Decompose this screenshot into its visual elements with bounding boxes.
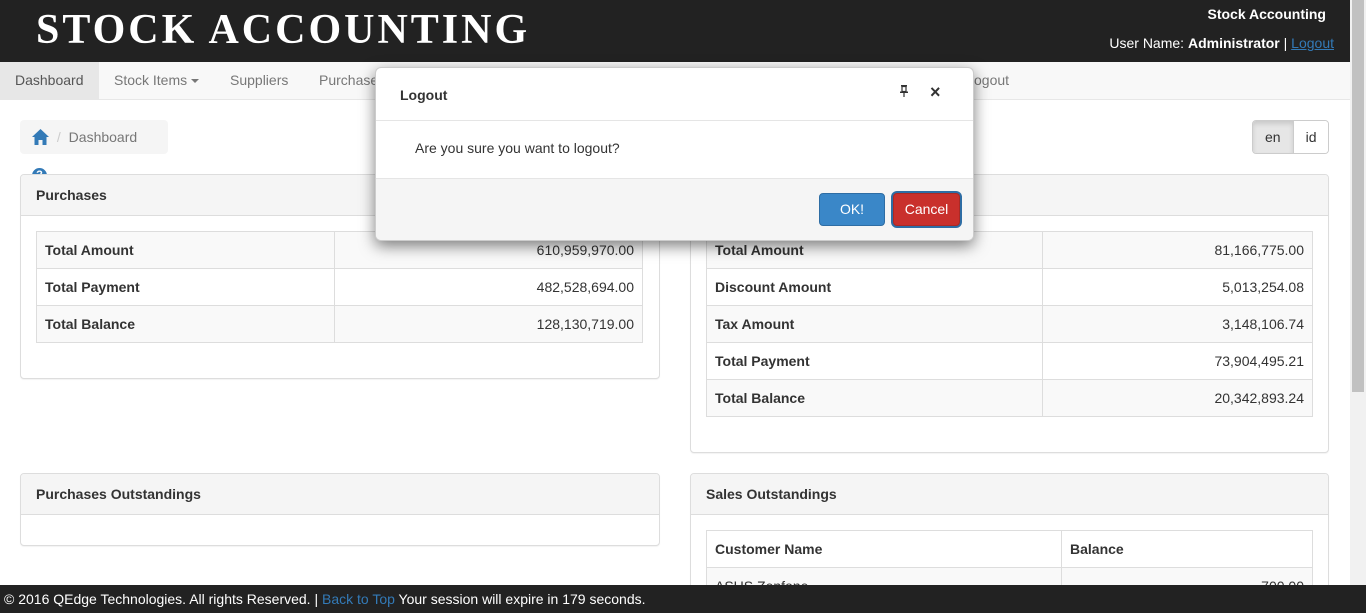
cancel-button[interactable]: Cancel xyxy=(893,193,960,226)
scrollbar-thumb[interactable] xyxy=(1352,0,1364,392)
nav-stock-items-label: Stock Items xyxy=(114,72,188,88)
row-value: 20,342,893.24 xyxy=(1042,379,1313,417)
nav-dashboard[interactable]: Dashboard xyxy=(0,62,99,99)
pin-icon[interactable] xyxy=(900,85,908,100)
page-scrollbar[interactable] xyxy=(1350,0,1366,585)
table-row: Discount Amount 5,013,254.08 xyxy=(706,268,1313,306)
nav-stock-items[interactable]: Stock Items xyxy=(99,62,214,99)
purchases-table: Total Amount 610,959,970.00 Total Paymen… xyxy=(36,231,643,343)
ok-button[interactable]: OK! xyxy=(819,193,885,226)
dialog-header: Logout × xyxy=(376,68,973,121)
row-label: Total Amount xyxy=(36,231,335,269)
app-name: Stock Accounting xyxy=(1207,6,1327,22)
breadcrumb: / Dashboard ? xyxy=(20,120,168,183)
col-balance: Balance xyxy=(1061,530,1313,568)
purchases-outstandings-title: Purchases Outstandings xyxy=(21,474,659,515)
row-label: Total Payment xyxy=(706,342,1043,380)
language-switch: en id xyxy=(1252,120,1330,154)
row-label: Total Balance xyxy=(706,379,1043,417)
header-logout-link[interactable]: Logout xyxy=(1291,35,1334,51)
table-header-row: Customer Name Balance xyxy=(706,530,1313,568)
row-value: 3,148,106.74 xyxy=(1042,305,1313,343)
row-value: 73,904,495.21 xyxy=(1042,342,1313,380)
sales-outstandings-title: Sales Outstandings xyxy=(691,474,1328,515)
table-row: Total Balance 128,130,719.00 xyxy=(36,305,643,343)
session-timer: Your session will expire in 179 seconds. xyxy=(398,591,646,607)
brand-title: STOCK ACCOUNTING xyxy=(36,7,531,53)
row-label: Total Payment xyxy=(36,268,335,306)
top-header: STOCK ACCOUNTING Stock Accounting User N… xyxy=(0,0,1350,62)
footer-copyright: © 2016 QEdge Technologies. All rights Re… xyxy=(4,591,319,607)
row-value: 5,013,254.08 xyxy=(1042,268,1313,306)
dialog-message: Are you sure you want to logout? xyxy=(415,140,620,156)
lang-id-button[interactable]: id xyxy=(1292,121,1329,153)
row-label: Tax Amount xyxy=(706,305,1043,343)
user-separator: | xyxy=(1283,35,1288,51)
row-value: 128,130,719.00 xyxy=(334,305,643,343)
chevron-down-icon xyxy=(191,79,200,84)
user-label: User Name: xyxy=(1109,35,1185,51)
row-value: 81,166,775.00 xyxy=(1042,231,1313,269)
nav-suppliers[interactable]: Suppliers xyxy=(215,62,303,99)
sales-table: Total Amount 81,166,775.00 Discount Amou… xyxy=(706,231,1313,417)
lang-en-button[interactable]: en xyxy=(1253,121,1293,153)
table-row: Total Payment 73,904,495.21 xyxy=(706,342,1313,380)
purchases-outstandings-panel: Purchases Outstandings xyxy=(20,473,660,546)
dialog-title: Logout xyxy=(400,87,448,103)
table-row: Total Balance 20,342,893.24 xyxy=(706,379,1313,417)
row-label: Discount Amount xyxy=(706,268,1043,306)
logout-dialog: Logout × Are you sure you want to logout… xyxy=(375,67,974,241)
user-name: Administrator xyxy=(1187,35,1280,51)
breadcrumb-current: Dashboard xyxy=(68,129,138,145)
dialog-footer: OK! Cancel xyxy=(376,179,973,240)
home-icon[interactable] xyxy=(32,123,49,157)
breadcrumb-separator: / xyxy=(56,129,61,145)
back-to-top-link[interactable]: Back to Top xyxy=(322,591,395,607)
user-info: User Name: Administrator | Logout xyxy=(1109,35,1334,51)
close-icon[interactable]: × xyxy=(930,82,941,103)
footer: © 2016 QEdge Technologies. All rights Re… xyxy=(0,585,1366,613)
dialog-body: Are you sure you want to logout? xyxy=(376,121,973,179)
row-label: Total Balance xyxy=(36,305,335,343)
table-row: Total Payment 482,528,694.00 xyxy=(36,268,643,306)
table-row: Tax Amount 3,148,106.74 xyxy=(706,305,1313,343)
row-value: 482,528,694.00 xyxy=(334,268,643,306)
col-customer-name: Customer Name xyxy=(706,530,1062,568)
